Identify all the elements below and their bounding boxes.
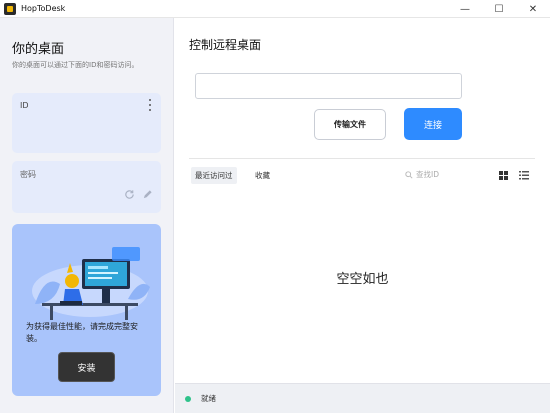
tab-favorites[interactable]: 收藏 bbox=[251, 167, 274, 184]
install-button[interactable]: 安装 bbox=[58, 352, 115, 382]
peers-tab-bar: 最近访问过 收藏 查找ID bbox=[189, 158, 535, 186]
title-bar: HopToDesk — ☐ ✕ bbox=[0, 0, 550, 18]
pencil-icon[interactable] bbox=[142, 189, 153, 200]
password-label: 密码 bbox=[20, 170, 36, 179]
remote-id-input[interactable] bbox=[195, 73, 462, 99]
window-controls: — ☐ ✕ bbox=[448, 0, 550, 18]
maximize-button[interactable]: ☐ bbox=[482, 0, 516, 18]
close-button[interactable]: ✕ bbox=[516, 0, 550, 18]
promo-text: 为获得最佳性能，请完成完整安装。 bbox=[26, 322, 138, 343]
control-remote-title: 控制远程桌面 bbox=[189, 38, 262, 52]
promo-card: 为获得最佳性能，请完成完整安装。 安装 bbox=[12, 224, 161, 396]
status-bar: 就绪 bbox=[175, 383, 550, 413]
your-desktop-description: 你的桌面可以通过下面的ID和密码访问。 bbox=[12, 61, 139, 69]
minimize-button[interactable]: — bbox=[448, 0, 482, 18]
id-label: ID bbox=[20, 101, 29, 110]
tab-recent[interactable]: 最近访问过 bbox=[191, 167, 237, 184]
peer-search[interactable]: 查找ID bbox=[405, 169, 439, 180]
app-logo-icon bbox=[4, 2, 16, 15]
window-title: HopToDesk bbox=[21, 4, 66, 13]
transfer-file-button[interactable]: 传输文件 bbox=[314, 109, 386, 140]
more-vertical-icon[interactable] bbox=[147, 99, 153, 111]
search-placeholder: 查找ID bbox=[416, 170, 439, 179]
list-view-icon[interactable] bbox=[519, 171, 529, 180]
search-icon bbox=[405, 170, 413, 179]
your-desktop-title: 你的桌面 bbox=[12, 42, 65, 57]
left-panel: 你的桌面 你的桌面可以通过下面的ID和密码访问。 ID 密码 为获得最佳性能，请… bbox=[0, 18, 174, 413]
promo-illustration bbox=[32, 247, 150, 320]
right-panel: 控制远程桌面 传输文件 连接 最近访问过 收藏 查找ID 空空如也 bbox=[175, 18, 550, 383]
refresh-icon[interactable] bbox=[124, 189, 135, 200]
password-card: 密码 bbox=[12, 161, 161, 213]
status-text: 就绪 bbox=[201, 394, 216, 403]
grid-view-icon[interactable] bbox=[499, 171, 508, 180]
connect-button[interactable]: 连接 bbox=[404, 108, 462, 140]
empty-state-text: 空空如也 bbox=[336, 272, 389, 287]
id-card: ID bbox=[12, 93, 161, 153]
status-indicator-icon bbox=[185, 395, 191, 402]
